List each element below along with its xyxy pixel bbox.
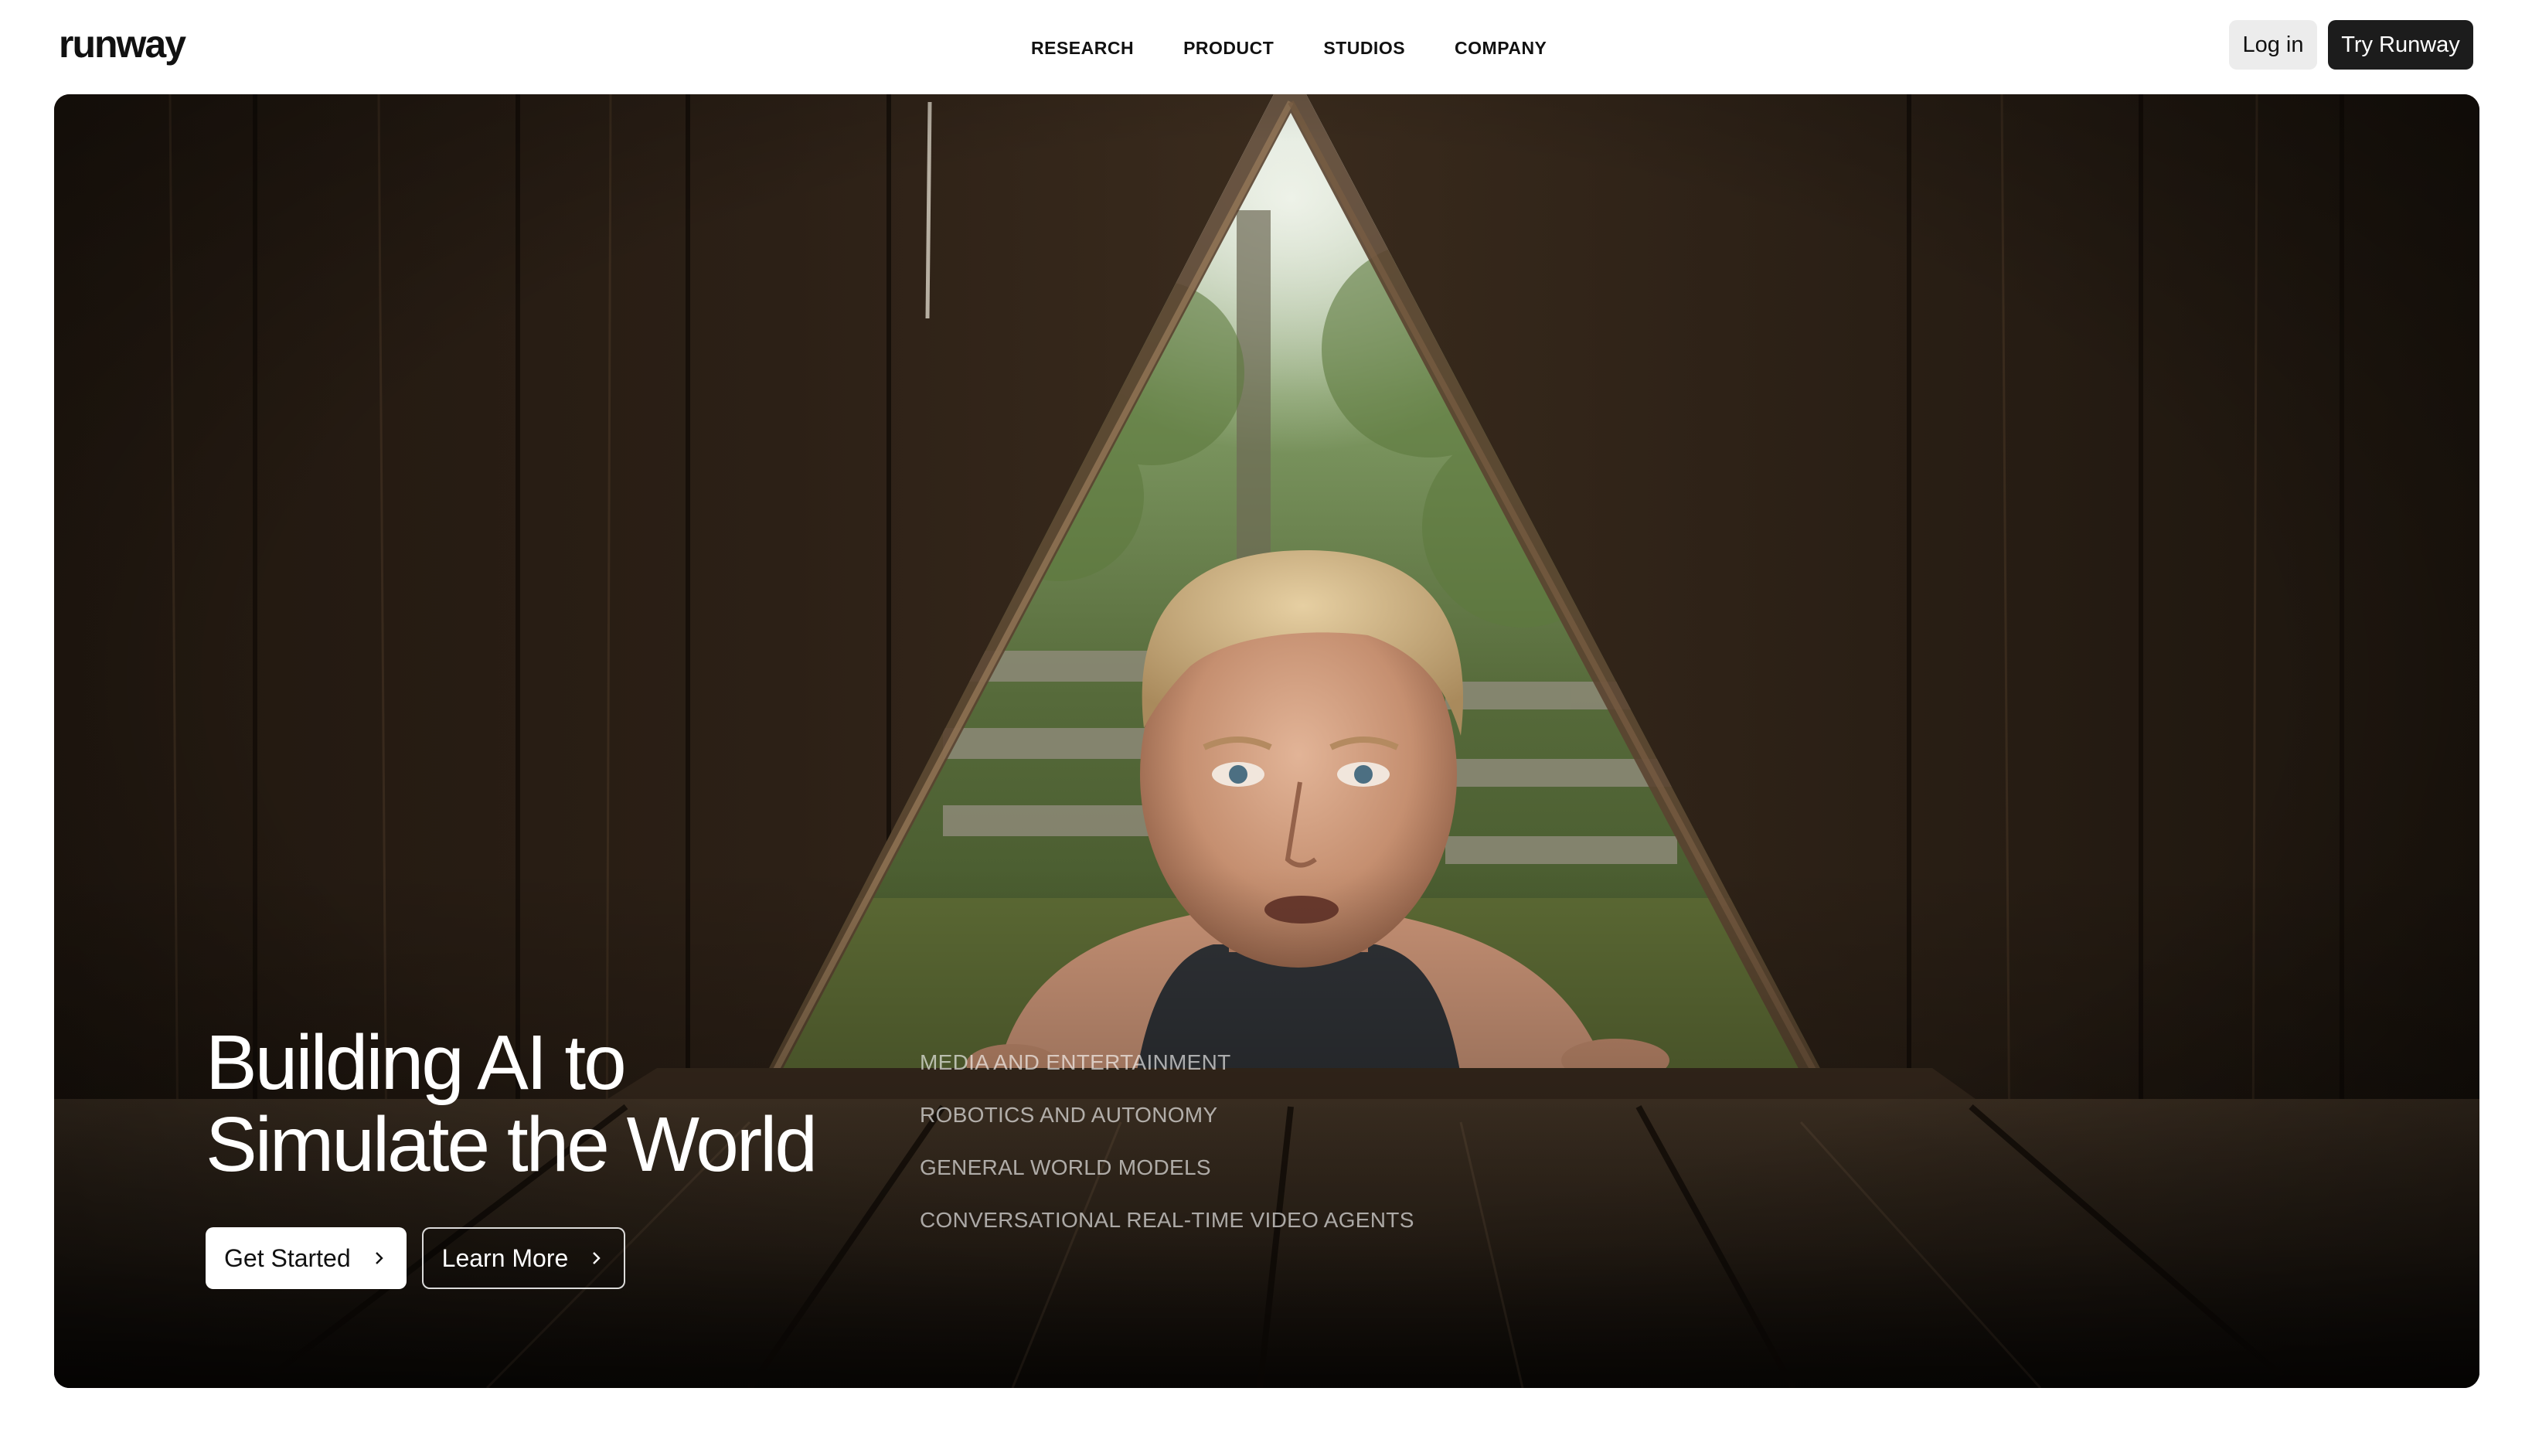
- chevron-right-icon: [593, 1252, 601, 1264]
- learn-more-button[interactable]: Learn More: [421, 1227, 626, 1289]
- hero-title-line-2: Simulate the World: [206, 1101, 818, 1188]
- hero-section: Building AI to Simulate the World Get St…: [54, 94, 2479, 1388]
- hero-cta-row: Get Started Learn More: [206, 1227, 626, 1289]
- get-started-button[interactable]: Get Started: [206, 1227, 407, 1289]
- runway-logo[interactable]: runway: [59, 17, 186, 71]
- login-button[interactable]: Log in: [2229, 20, 2317, 70]
- category-general-world-models[interactable]: GENERAL WORLD MODELS: [920, 1150, 1414, 1186]
- chevron-right-icon: [375, 1252, 383, 1264]
- hero-title: Building AI to Simulate the World: [206, 1022, 901, 1186]
- category-list: MEDIA AND ENTERTAINMENT ROBOTICS AND AUT…: [920, 1045, 1414, 1238]
- learn-more-label: Learn More: [441, 1243, 569, 1272]
- nav-item-studios[interactable]: STUDIOS: [1323, 34, 1405, 62]
- try-runway-button[interactable]: Try Runway: [2328, 20, 2473, 70]
- site-header: runway RESEARCH PRODUCT STUDIOS COMPANY …: [0, 0, 2532, 94]
- main-nav: RESEARCH PRODUCT STUDIOS COMPANY: [1031, 34, 1547, 62]
- nav-item-research[interactable]: RESEARCH: [1031, 34, 1134, 62]
- category-video-agents[interactable]: CONVERSATIONAL REAL-TIME VIDEO AGENTS: [920, 1203, 1414, 1238]
- nav-item-product[interactable]: PRODUCT: [1183, 34, 1274, 62]
- hero-title-line-1: Building AI to: [206, 1019, 627, 1106]
- category-media-entertainment[interactable]: MEDIA AND ENTERTAINMENT: [920, 1045, 1414, 1080]
- get-started-label: Get Started: [224, 1243, 351, 1272]
- category-robotics-autonomy[interactable]: ROBOTICS AND AUTONOMY: [920, 1097, 1414, 1133]
- nav-item-company[interactable]: COMPANY: [1455, 34, 1547, 62]
